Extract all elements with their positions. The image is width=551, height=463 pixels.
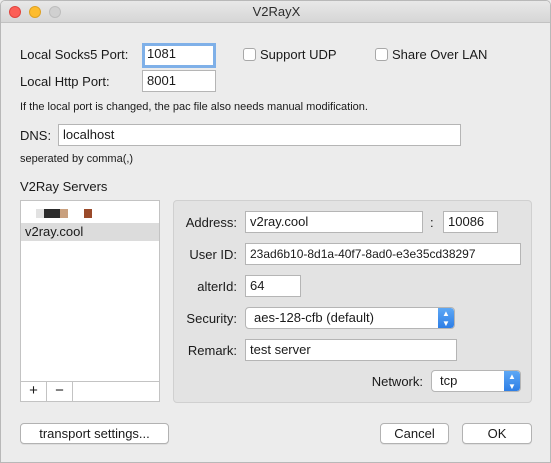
security-value: aes-128-cfb (default): [254, 310, 374, 325]
address-field[interactable]: v2ray.cool: [245, 211, 423, 233]
cancel-button[interactable]: Cancel: [380, 423, 449, 444]
title-bar: V2RayX: [1, 1, 550, 23]
user-id-label: User ID:: [189, 247, 237, 262]
dns-label: DNS:: [20, 128, 52, 143]
server-list-item[interactable]: v2ray.cool: [21, 223, 159, 241]
network-value: tcp: [440, 373, 458, 388]
v2rayx-window: V2RayX Local Socks5 Port: 1081 Support U…: [0, 0, 551, 463]
dns-note: seperated by comma(,): [20, 153, 134, 165]
share-over-lan-label: Share Over LAN: [392, 47, 488, 62]
obscured-item-pixel: [60, 209, 68, 218]
obscured-item-pixel: [44, 209, 60, 218]
remove-server-button[interactable]: −: [47, 382, 73, 401]
server-port-field[interactable]: 10086: [443, 211, 498, 233]
popup-arrows-icon: ▲ ▼: [504, 371, 520, 391]
http-port-label: Local Http Port:: [20, 74, 110, 89]
obscured-item-pixel: [36, 209, 44, 218]
port-change-note: If the local port is changed, the pac fi…: [20, 101, 368, 113]
support-udp-label: Support UDP: [260, 47, 337, 62]
network-label: Network:: [371, 374, 423, 389]
support-udp-checkbox[interactable]: [243, 48, 256, 61]
server-list[interactable]: v2ray.cool + −: [20, 200, 160, 402]
obscured-item-pixel: [84, 209, 92, 218]
socks-port-label: Local Socks5 Port:: [20, 47, 129, 62]
port-separator: :: [430, 215, 434, 230]
user-id-field[interactable]: 23ad6b10-8d1a-40f7-8ad0-e3e35cd38297: [245, 243, 521, 265]
http-port-field[interactable]: 8001: [142, 70, 216, 92]
alter-id-label: alterId:: [197, 279, 237, 294]
add-server-button[interactable]: +: [21, 382, 47, 401]
popup-arrows-icon: ▲ ▼: [438, 308, 454, 328]
share-over-lan-checkbox[interactable]: [375, 48, 388, 61]
window-title: V2RayX: [252, 4, 301, 19]
server-list-toolbar: + −: [21, 381, 159, 401]
transport-settings-button[interactable]: transport settings...: [20, 423, 169, 444]
network-popup[interactable]: tcp ▲ ▼: [431, 370, 521, 392]
remark-label: Remark:: [187, 343, 237, 358]
socks-port-field[interactable]: 1081: [142, 43, 216, 68]
ok-button[interactable]: OK: [462, 423, 532, 444]
alter-id-field[interactable]: 64: [245, 275, 301, 297]
remark-field[interactable]: test server: [245, 339, 457, 361]
address-label: Address:: [185, 215, 237, 230]
servers-section-label: V2Ray Servers: [20, 179, 108, 194]
dns-field[interactable]: localhost: [58, 124, 461, 146]
security-popup[interactable]: aes-128-cfb (default) ▲ ▼: [245, 307, 455, 329]
security-label: Security:: [186, 311, 237, 326]
